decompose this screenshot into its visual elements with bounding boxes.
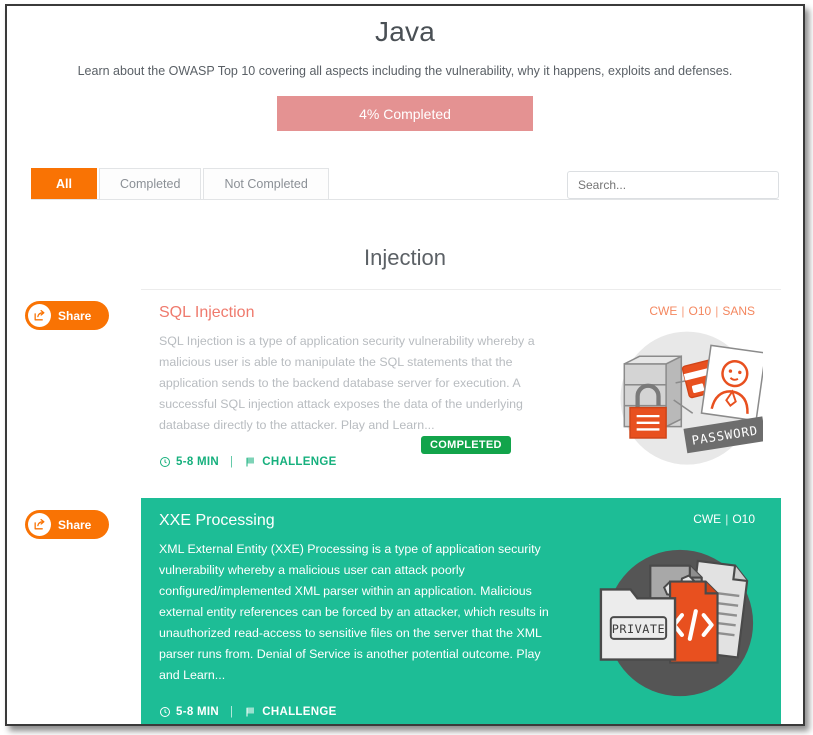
duration-item: 5-8 MIN xyxy=(159,456,219,468)
challenge-label: CHALLENGE xyxy=(262,706,337,718)
filter-row: All Completed Not Completed xyxy=(7,167,803,200)
duration-item: 5-8 MIN xyxy=(159,706,219,718)
progress-label: 4% Completed xyxy=(359,105,451,122)
card-content-xxe-processing: XXE Processing XML External Entity (XXE)… xyxy=(159,512,559,718)
tab-not-completed[interactable]: Not Completed xyxy=(203,168,329,199)
duration-label: 5-8 MIN xyxy=(176,706,219,718)
tab-all[interactable]: All xyxy=(31,168,97,199)
challenge-item: CHALLENGE xyxy=(244,456,336,468)
share-label: Share xyxy=(58,517,92,532)
flag-icon xyxy=(246,457,255,467)
card-meta-sql-injection: 5-8 MIN | CHALLENGE xyxy=(159,456,559,468)
search-input[interactable] xyxy=(567,171,779,199)
link-cwe[interactable]: CWE xyxy=(649,304,677,318)
card-links-sql-injection: CWE | O10 | SANS xyxy=(649,304,755,318)
challenge-item: CHALLENGE xyxy=(244,706,336,718)
link-separator: | xyxy=(681,304,685,318)
link-separator: | xyxy=(715,304,719,318)
card-content-sql-injection: SQL Injection SQL Injection is a type of… xyxy=(159,304,559,468)
screenshot-frame: Java Learn about the OWASP Top 10 coveri… xyxy=(5,4,805,726)
status-badge-completed: COMPLETED xyxy=(421,436,511,454)
tab-not-completed-label: Not Completed xyxy=(224,177,308,191)
share-icon xyxy=(28,513,51,536)
card-description-xxe-processing: XML External Entity (XXE) Processing is … xyxy=(159,542,549,682)
card-links-xxe-processing: CWE | O10 xyxy=(693,512,755,526)
section-title-injection: Injection xyxy=(364,245,446,270)
link-sans[interactable]: SANS xyxy=(722,304,755,318)
card-title-sql-injection[interactable]: SQL Injection xyxy=(159,304,559,322)
lesson-card-xxe-processing[interactable]: CWE | O10 PRIVATE XXE Processing XML Ext… xyxy=(141,498,781,724)
clock-icon xyxy=(160,707,170,717)
duration-label: 5-8 MIN xyxy=(176,456,219,468)
tab-completed[interactable]: Completed xyxy=(98,168,202,199)
meta-separator: | xyxy=(230,706,234,718)
link-cwe[interactable]: CWE xyxy=(693,512,721,526)
database-lock-password-illustration: PASSWORD xyxy=(620,331,763,465)
share-label: Share xyxy=(58,308,92,323)
lesson-card-sql-injection[interactable]: CWE | O10 | SANS PASSWORD SQL Injection … xyxy=(141,289,781,480)
page-title: Java xyxy=(375,16,435,47)
page-subtitle: Learn about the OWASP Top 10 covering al… xyxy=(77,64,733,78)
private-folder-code-illustration: PRIVATE xyxy=(599,549,754,697)
card-description-sql-injection: SQL Injection is a type of application s… xyxy=(159,334,535,432)
progress-bar: 4% Completed xyxy=(277,96,533,131)
share-button-xxe-processing[interactable]: Share xyxy=(25,510,109,539)
link-o10[interactable]: O10 xyxy=(732,512,755,526)
challenge-label: CHALLENGE xyxy=(262,456,337,468)
flag-icon xyxy=(246,707,255,717)
tabs-divider xyxy=(31,199,779,200)
share-button-sql-injection[interactable]: Share xyxy=(25,301,109,330)
svg-text:PRIVATE: PRIVATE xyxy=(612,622,665,636)
meta-separator: | xyxy=(230,456,234,468)
tab-completed-label: Completed xyxy=(119,177,181,191)
share-icon xyxy=(28,304,51,327)
link-o10[interactable]: O10 xyxy=(689,304,712,318)
course-page: Java Learn about the OWASP Top 10 coveri… xyxy=(7,16,803,724)
clock-icon xyxy=(160,457,170,467)
card-row-sql-injection: Share CWE | O10 | SANS PASSWORD SQL Inje… xyxy=(7,289,803,480)
progress-container: 4% Completed xyxy=(7,96,803,131)
link-separator: | xyxy=(725,512,729,526)
tab-all-label: All xyxy=(56,177,72,191)
card-row-xxe-processing: Share CWE | O10 PRIVATE XXE Processing X… xyxy=(7,498,803,724)
card-title-xxe-processing[interactable]: XXE Processing xyxy=(159,512,559,530)
card-meta-xxe-processing: 5-8 MIN | CHALLENGE xyxy=(159,706,559,718)
